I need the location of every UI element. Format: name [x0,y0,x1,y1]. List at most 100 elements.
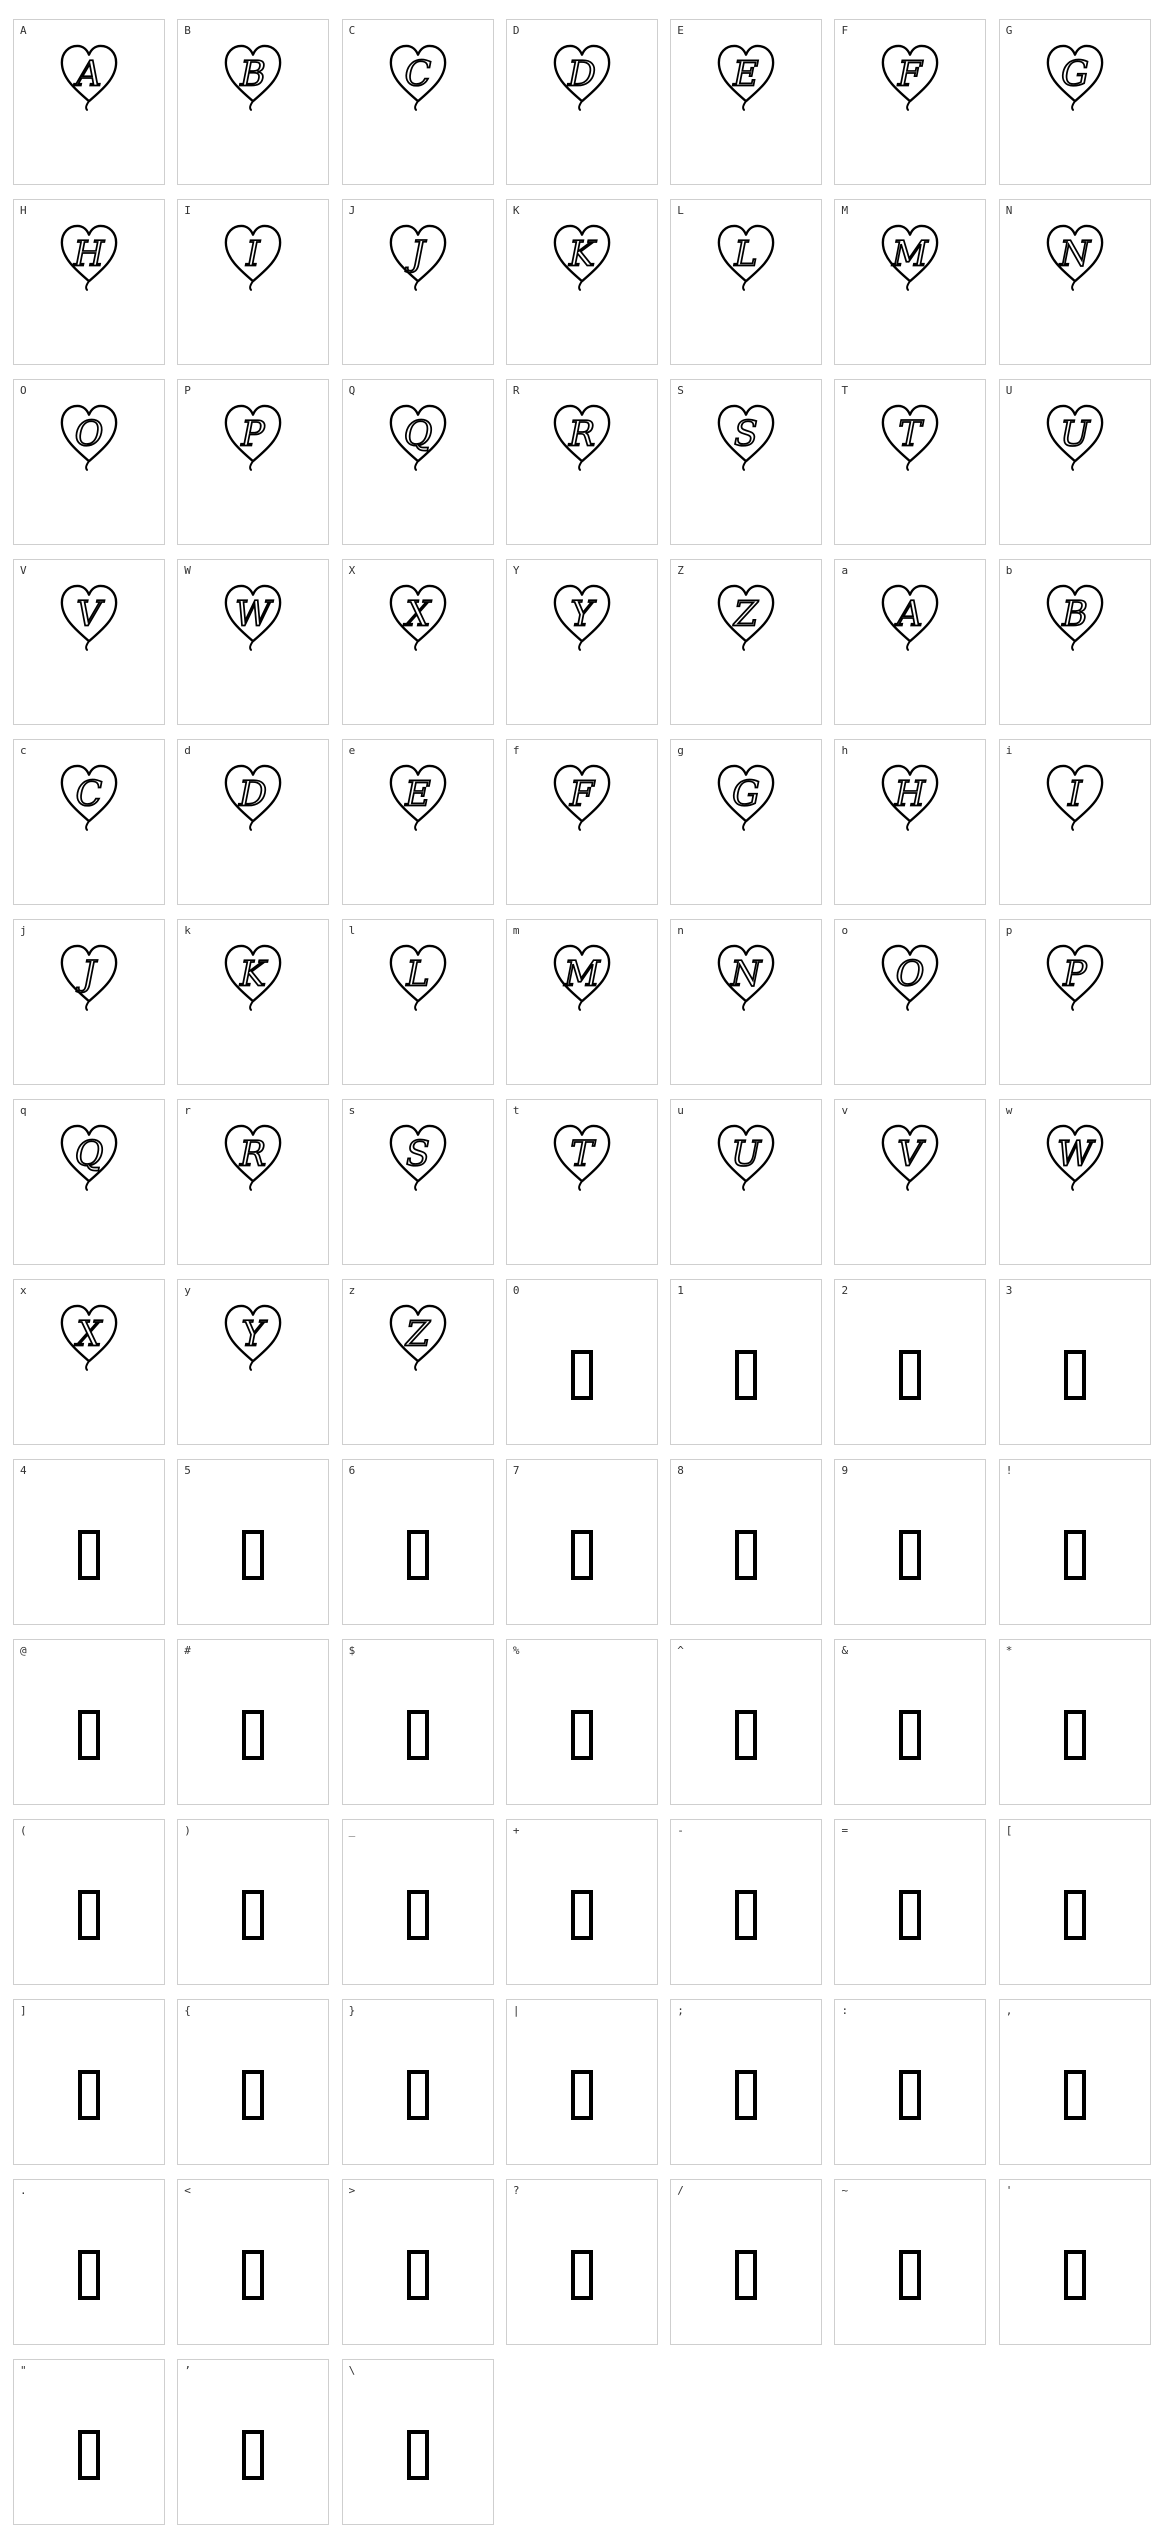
glyph-cell: , [998,1999,1151,2165]
missing-glyph-box-icon [1063,1890,1086,1940]
glyph-cell: KK [505,199,658,365]
glyph-cell: # [177,1639,330,1805]
glyph-letter: L [405,955,429,995]
glyph-letter: D [567,55,596,95]
glyph-cell: hH [834,739,987,905]
glyph-cell: jJ [13,919,165,1085]
missing-glyph-box-icon [735,1890,758,1940]
glyph-cell: 0 [505,1279,658,1445]
glyph-cell: = [834,1819,987,1985]
missing-glyph-box-icon [570,1530,593,1580]
glyph-label: ( [20,1824,27,1837]
glyph-cell: yY [177,1279,330,1445]
heart-letter-icon: D [222,761,284,831]
glyph-label: ! [1005,1464,1013,1477]
glyph-label: . [20,2184,27,2197]
glyph-cell: 4 [13,1459,165,1625]
glyph-label: U [1005,384,1013,397]
glyph-letter: P [1062,955,1087,995]
heart-letter-icon: Z [387,1301,449,1371]
glyph-cell: bB [998,559,1151,725]
heart-letter-icon: Y [222,1301,284,1371]
heart-letter-icon: R [551,401,613,471]
glyph-letter: J [405,235,427,275]
missing-glyph-box-icon [406,2070,429,2120]
glyph-cell: $ [341,1639,494,1805]
glyph-letter: Y [570,595,596,635]
glyph-letter: F [569,775,596,815]
glyph-cell: oO [834,919,987,1085]
heart-letter-icon: V [879,1121,941,1191]
glyph-cell: ZZ [670,559,823,725]
glyph-label: 2 [841,1284,849,1297]
missing-glyph-box-icon [735,2250,758,2300]
glyph-label: F [841,24,849,37]
glyph-label: Q [348,384,356,397]
glyph-cell: pP [998,919,1151,1085]
glyph-letter: S [734,415,758,455]
glyph-label: } [348,2004,356,2017]
glyph-cell: vV [834,1099,987,1265]
glyph-letter: E [732,55,758,95]
glyph-label: I [184,204,191,217]
glyph-label: | [512,2004,520,2017]
glyph-cell: JJ [341,199,494,365]
glyph-label: o [841,924,849,937]
missing-glyph-box-icon [570,2250,593,2300]
heart-letter-icon: H [58,221,120,291]
glyph-cell: rR [177,1099,330,1265]
glyph-cell: WW [177,559,330,725]
glyph-letter: K [239,955,268,995]
missing-glyph-box-icon [78,2070,100,2120]
glyph-label: H [20,204,27,217]
heart-letter-icon: J [387,221,449,291]
glyph-letter: M [563,955,601,995]
glyph-letter: D [238,775,267,815]
glyph-cell: YY [505,559,658,725]
glyph-label: e [348,744,356,757]
glyph-letter: G [1061,55,1089,95]
glyph-cell: zZ [341,1279,494,1445]
glyph-cell: 5 [177,1459,330,1625]
glyph-label: R [512,384,520,397]
heart-letter-icon: E [715,41,777,111]
glyph-label: j [20,924,27,937]
heart-letter-icon: C [387,41,449,111]
glyph-label: h [841,744,849,757]
missing-glyph-box-icon [406,1530,429,1580]
glyph-label: < [184,2184,191,2197]
glyph-cell: 9 [834,1459,987,1625]
heart-letter-icon: A [58,41,120,111]
glyph-label: ' [1005,2184,1013,2197]
glyph-cell: % [505,1639,658,1805]
glyph-cell: mM [505,919,658,1085]
glyph-label: t [512,1104,520,1117]
glyph-cell: 2 [834,1279,987,1445]
glyph-cell: TT [834,379,987,545]
glyph-label: x [20,1284,27,1297]
glyph-letter: T [570,1135,596,1175]
glyph-label: K [512,204,520,217]
glyph-label: B [184,24,191,37]
glyph-cell: * [998,1639,1151,1805]
glyph-label: ^ [677,1644,684,1657]
glyph-letter: F [897,55,924,95]
glyph-label: > [348,2184,356,2197]
heart-letter-icon: P [1044,941,1106,1011]
missing-glyph-box-icon [1063,2250,1086,2300]
heart-letter-icon: X [58,1301,120,1371]
glyph-letter: C [76,775,103,815]
heart-letter-icon: R [222,1121,284,1191]
glyph-label: w [1005,1104,1013,1117]
missing-glyph-box-icon [242,2430,265,2480]
glyph-letter: X [402,595,431,635]
glyph-label: 4 [20,1464,27,1477]
glyph-label: y [184,1284,191,1297]
glyph-letter: W [235,595,274,635]
heart-letter-icon: B [222,41,284,111]
heart-letter-icon: G [1044,41,1106,111]
glyph-label: f [512,744,520,757]
missing-glyph-box-icon [570,1350,593,1400]
glyph-label: z [348,1284,356,1297]
glyph-cell: _ [341,1819,494,1985]
